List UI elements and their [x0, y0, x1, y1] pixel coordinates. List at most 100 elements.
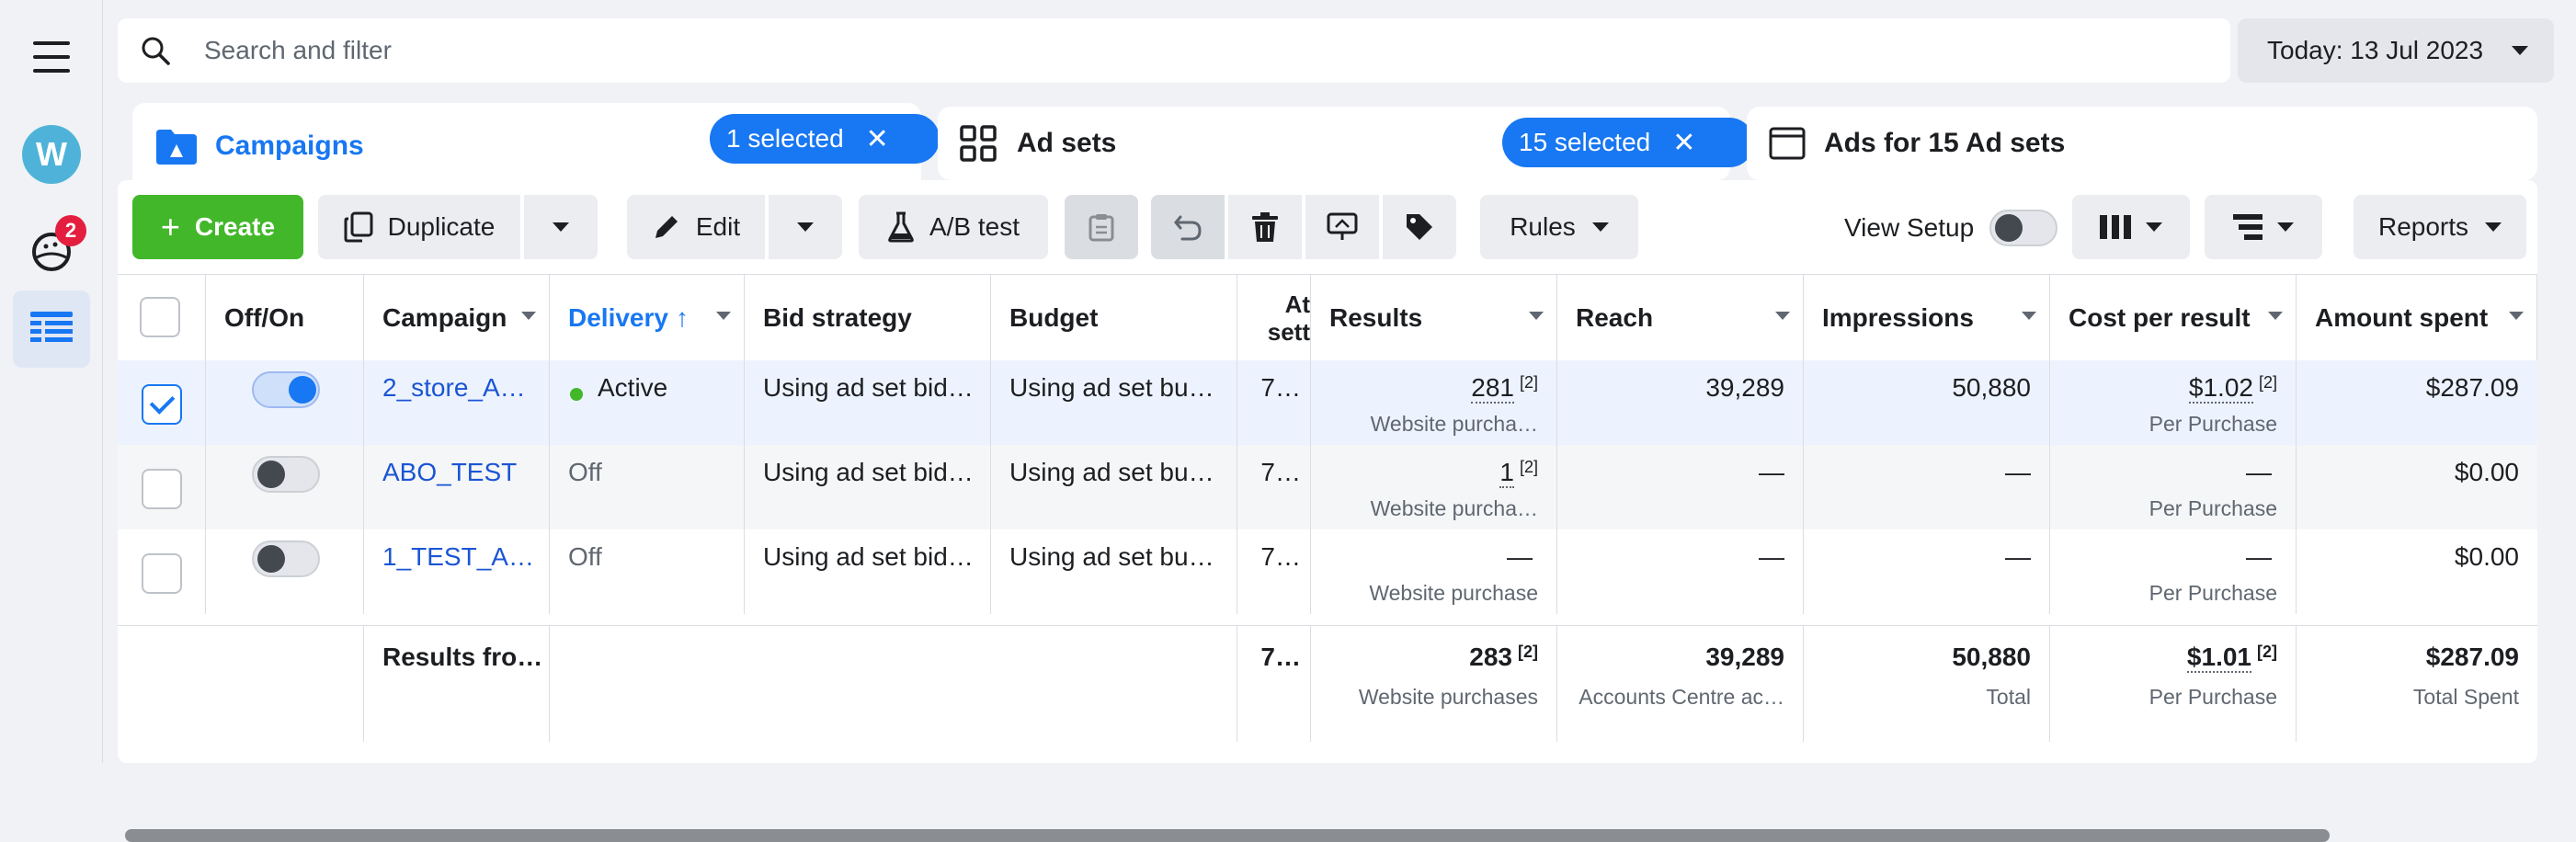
results-value[interactable]: — — [1507, 542, 1533, 571]
impressions-cell: — — [1804, 445, 2050, 529]
toggle-knob — [257, 461, 285, 488]
notifications-button[interactable]: 2 — [13, 213, 90, 290]
row-checkbox[interactable] — [142, 384, 182, 425]
folder-icon — [156, 130, 197, 165]
column-header-budget[interactable]: Budget — [991, 275, 1237, 361]
row-checkbox[interactable] — [142, 553, 182, 594]
reach-value: — — [1759, 458, 1784, 486]
campaign-on-off-toggle[interactable] — [252, 456, 320, 493]
amount-spent-cell: $0.00 — [2297, 445, 2537, 529]
column-header-campaign[interactable]: Campaign — [364, 275, 550, 361]
selection-pill-ad-sets[interactable]: 15 selected ✕ — [1502, 118, 1754, 167]
results-subtitle: Website purcha… — [1370, 412, 1538, 436]
left-rail: W 2 — [0, 0, 103, 763]
totals-reach-value: 39,289 — [1705, 643, 1784, 671]
impressions-cell: — — [1804, 529, 2050, 614]
totals-cpr-value[interactable]: $1.01 — [2186, 643, 2251, 673]
cost-per-result-subtitle: Per Purchase — [2149, 412, 2277, 436]
clipboard-button[interactable] — [1065, 195, 1138, 259]
search-bar — [118, 18, 2230, 83]
select-all-cell — [118, 275, 206, 361]
horizontal-scrollbar[interactable] — [125, 829, 2330, 842]
cost-per-result-value[interactable]: $1.02 — [2188, 373, 2253, 404]
close-icon[interactable]: ✕ — [866, 123, 889, 155]
table-row[interactable]: ABO_TEST Off Using ad set bid… Using ad set… — [118, 445, 2537, 529]
amount-spent-value: $0.00 — [2454, 458, 2519, 486]
cost-per-result-cell: $1.02 [2] Per Purchase — [2050, 360, 2297, 445]
column-header-results[interactable]: Results — [1311, 275, 1557, 361]
tag-button[interactable] — [1383, 195, 1456, 259]
tab-ads[interactable]: Ads for 15 Ad sets — [1747, 107, 2537, 180]
campaign-on-off-toggle[interactable] — [252, 371, 320, 408]
search-input[interactable] — [202, 35, 1861, 66]
menu-button[interactable] — [13, 18, 90, 96]
results-value[interactable]: 1 — [1499, 458, 1514, 488]
campaign-name-link[interactable]: 2_store_A… — [382, 373, 526, 403]
campaign-name-link[interactable]: 1_TEST_A… — [382, 542, 534, 572]
chevron-down-icon — [2277, 222, 2294, 232]
column-header-delivery[interactable]: Delivery ↑ — [550, 275, 745, 361]
undo-button[interactable] — [1151, 195, 1225, 259]
preview-button[interactable] — [1305, 195, 1379, 259]
account-button[interactable]: W — [13, 116, 90, 193]
totals-reach-subtitle: Accounts Centre ac… — [1579, 685, 1784, 709]
column-header-bid-strategy[interactable]: Bid strategy — [745, 275, 991, 361]
edit-menu-button[interactable] — [769, 195, 842, 259]
delete-button[interactable] — [1228, 195, 1302, 259]
totals-spent-subtitle: Total Spent — [2412, 685, 2519, 709]
search-icon — [142, 37, 170, 65]
delivery-cell: Active — [550, 360, 745, 445]
delivery-status: Off — [568, 542, 602, 571]
column-header-impressions[interactable]: Impressions — [1804, 275, 2050, 361]
view-setup-toggle[interactable] — [1989, 210, 2057, 246]
impressions-cell: 50,880 — [1804, 360, 2050, 445]
clipboard-icon — [1089, 214, 1114, 242]
sort-caret-icon — [2509, 312, 2524, 320]
amount-spent-cell: $287.09 — [2297, 360, 2537, 445]
columns-button[interactable] — [2072, 195, 2190, 259]
date-range-picker[interactable]: Today: 13 Jul 2023 — [2238, 18, 2554, 83]
column-header-off-on[interactable]: Off/On — [206, 275, 364, 361]
results-cell: — Website purchase — [1311, 529, 1557, 614]
cost-per-result-value[interactable]: — — [2246, 458, 2272, 486]
ab-test-button[interactable]: A/B test — [859, 195, 1048, 259]
close-icon[interactable]: ✕ — [1672, 127, 1695, 159]
campaign-name-link[interactable]: ABO_TEST — [382, 458, 517, 487]
breakdown-button[interactable] — [2205, 195, 2322, 259]
bid-strategy-cell: Using ad set bid… — [745, 529, 991, 614]
cost-per-result-value[interactable]: — — [2246, 542, 2272, 571]
totals-impressions: 50,880 Total — [1804, 626, 2050, 742]
selection-pill-campaigns[interactable]: 1 selected ✕ — [710, 114, 940, 164]
totals-results-value: 283 — [1469, 643, 1512, 671]
edit-button[interactable]: Edit — [627, 195, 765, 259]
results-value[interactable]: 281 — [1471, 373, 1514, 404]
row-select-cell — [118, 529, 206, 614]
select-all-checkbox[interactable] — [140, 297, 180, 337]
row-checkbox[interactable] — [142, 469, 182, 509]
table-row[interactable]: 1_TEST_A… Off Using ad set bid… Using ad se… — [118, 529, 2537, 614]
table-row[interactable]: 2_store_A… Active Using ad set bid… Using a… — [118, 360, 2537, 445]
create-button[interactable]: + Create — [132, 195, 303, 259]
duplicate-button[interactable]: Duplicate — [318, 195, 520, 259]
results-subtitle: Website purcha… — [1370, 496, 1538, 520]
column-header-reach[interactable]: Reach — [1557, 275, 1804, 361]
reports-button[interactable]: Reports — [2354, 195, 2526, 259]
tab-campaigns[interactable]: Campaigns 1 selected ✕ — [132, 103, 940, 189]
totals-cost-per-result: $1.01 [2] Per Purchase — [2050, 626, 2297, 742]
duplicate-menu-button[interactable] — [524, 195, 598, 259]
campaign-on-off-toggle[interactable] — [252, 540, 320, 577]
campaign-name-cell: 2_store_A… — [364, 360, 550, 445]
totals-reach: 39,289 Accounts Centre ac… — [1557, 626, 1804, 742]
ads-manager-button[interactable] — [13, 290, 90, 368]
tab-ad-sets[interactable]: Ad sets 15 selected ✕ — [938, 107, 1754, 180]
rules-button[interactable]: Rules — [1480, 195, 1638, 259]
results-subtitle: Website purchase — [1369, 581, 1538, 605]
column-header-attribution-setting[interactable]: At sett — [1237, 275, 1311, 361]
column-header-amount-spent[interactable]: Amount spent — [2297, 275, 2537, 361]
budget-value: Using ad set bu… — [1009, 373, 1214, 402]
amount-spent-cell: $0.00 — [2297, 529, 2537, 614]
tab-label: Ad sets — [1017, 128, 1117, 158]
column-header-cost-per-result[interactable]: Cost per result — [2050, 275, 2297, 361]
grid-icon — [960, 125, 997, 162]
chevron-down-icon — [553, 222, 569, 232]
